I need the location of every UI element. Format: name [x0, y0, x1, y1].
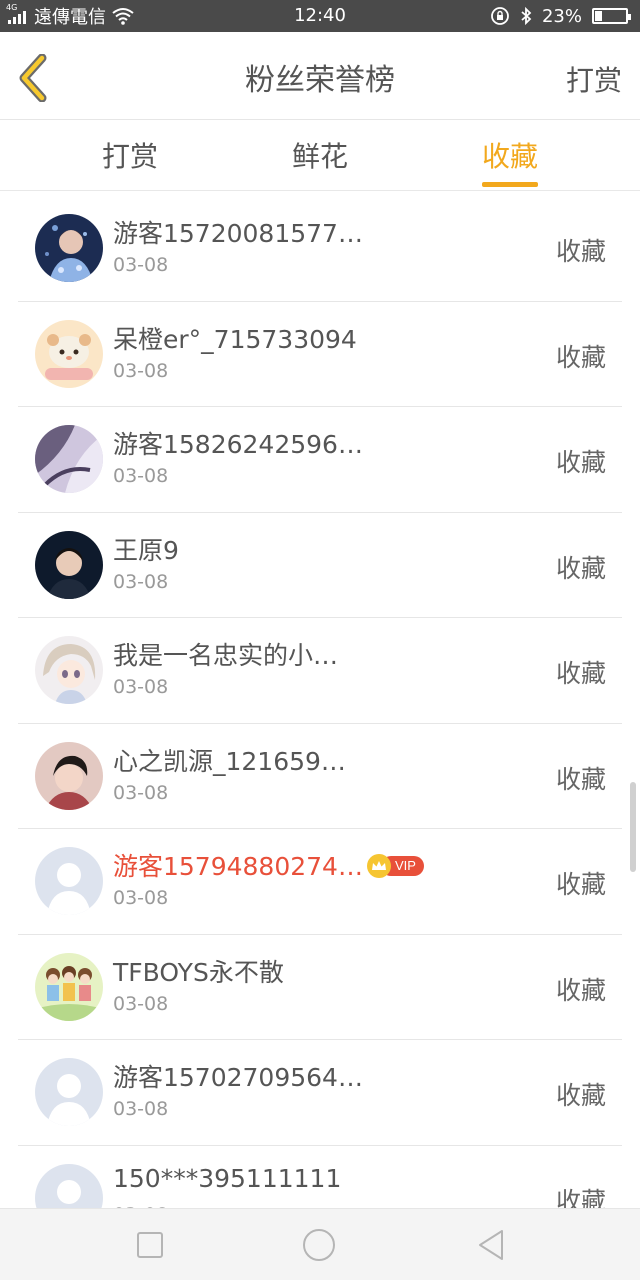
tab-bar: 打赏 鲜花 收藏 — [0, 121, 640, 191]
home-button[interactable] — [301, 1227, 337, 1263]
action-label: 收藏 — [555, 659, 606, 688]
list-item[interactable]: 游客15720081577… 03-08 收藏 — [18, 196, 622, 302]
avatar — [35, 741, 103, 810]
user-name: 呆橙er°_715733094 — [113, 324, 357, 354]
tab-favorites[interactable]: 收藏 — [450, 121, 570, 191]
date: 03-08 — [113, 359, 169, 382]
crown-icon — [366, 854, 391, 878]
list-item[interactable]: 游客15702709564… 03-08 收藏 — [18, 1040, 622, 1146]
default-avatar-icon — [35, 1163, 103, 1208]
circle-icon — [303, 1229, 335, 1261]
vip-badge: VIP — [366, 854, 424, 878]
status-bar: 4G 遠傳電信 12:40 23% — [0, 0, 640, 32]
date: 03-08 — [113, 254, 169, 276]
avatar — [35, 952, 103, 1021]
nav-back-button[interactable] — [474, 1227, 510, 1263]
user-name: 游客15826242596… — [113, 430, 363, 459]
date: 03-08 — [113, 1098, 169, 1120]
avatar — [35, 319, 103, 388]
action-label: 收藏 — [555, 975, 606, 1005]
bluetooth-icon — [521, 6, 532, 26]
list-item[interactable]: 游客15826242596… 03-08 收藏 — [18, 407, 622, 513]
date: 03-08 — [113, 676, 169, 698]
reward-link[interactable]: 打赏 — [566, 32, 622, 120]
avatar — [35, 425, 103, 493]
scrollbar-thumb[interactable] — [630, 782, 636, 872]
action-label: 收藏 — [555, 1186, 606, 1209]
page-title: 粉丝荣誉榜 — [245, 63, 395, 98]
action-label: 收藏 — [555, 342, 606, 372]
fan-list: 游客15720081577… 03-08 收藏 呆橙er°_715733094 … — [18, 196, 622, 1208]
list-item[interactable]: TFBOYS永不散 03-08 收藏 — [18, 935, 622, 1040]
user-name: TFBOYS永不散 — [113, 957, 284, 987]
date: 03-08 — [113, 781, 169, 804]
user-name: 游客15794880274… — [113, 852, 363, 881]
battery-icon — [592, 8, 631, 24]
tab-reward[interactable]: 打赏 — [70, 121, 190, 191]
user-name: 我是一名忠实的小… — [113, 641, 339, 670]
square-icon — [137, 1232, 163, 1258]
list-item[interactable]: 心之凯源_121659… 03-08 收藏 — [18, 724, 622, 829]
status-right: 23% — [490, 0, 631, 32]
battery-percent: 23% — [541, 5, 582, 27]
list-item[interactable]: 我是一名忠实的小… 03-08 收藏 — [18, 618, 622, 724]
action-label: 收藏 — [555, 448, 606, 477]
user-name: 游客15702709564… — [113, 1063, 363, 1092]
rotation-lock-icon — [491, 7, 509, 25]
user-name: 150***395111111 — [113, 1163, 342, 1193]
user-name-vip: 游客15794880274… VIP — [113, 847, 424, 883]
avatar — [35, 214, 103, 282]
action-label: 收藏 — [555, 1081, 606, 1110]
action-label: 收藏 — [555, 764, 606, 794]
user-name: 游客15720081577… — [113, 219, 363, 248]
system-nav-bar — [0, 1208, 640, 1280]
title-bar: 粉丝荣誉榜 打赏 — [0, 32, 640, 120]
list-item[interactable]: 150***395111111 03-08 收藏 — [18, 1146, 622, 1209]
default-avatar-icon — [35, 1058, 103, 1126]
date: 03-08 — [113, 887, 169, 909]
list-item[interactable]: 呆橙er°_715733094 03-08 收藏 — [18, 302, 622, 407]
list-item[interactable]: 游客15794880274… VIP 03-08 收藏 — [18, 829, 622, 935]
action-label: 收藏 — [555, 237, 606, 266]
avatar — [35, 636, 103, 704]
recent-apps-button[interactable] — [132, 1227, 168, 1263]
avatar — [35, 530, 103, 599]
tab-flowers[interactable]: 鲜花 — [260, 121, 380, 191]
action-label: 收藏 — [555, 870, 606, 899]
triangle-back-icon — [479, 1230, 503, 1260]
active-tab-indicator — [482, 182, 538, 187]
user-name: 王原9 — [113, 535, 179, 565]
default-avatar-icon — [35, 847, 103, 915]
action-label: 收藏 — [555, 553, 606, 583]
date: 03-08 — [113, 465, 169, 487]
date: 03-08 — [113, 570, 169, 593]
list-item[interactable]: 王原9 03-08 收藏 — [18, 513, 622, 618]
user-name: 心之凯源_121659… — [113, 746, 346, 776]
date: 03-08 — [113, 992, 169, 1015]
